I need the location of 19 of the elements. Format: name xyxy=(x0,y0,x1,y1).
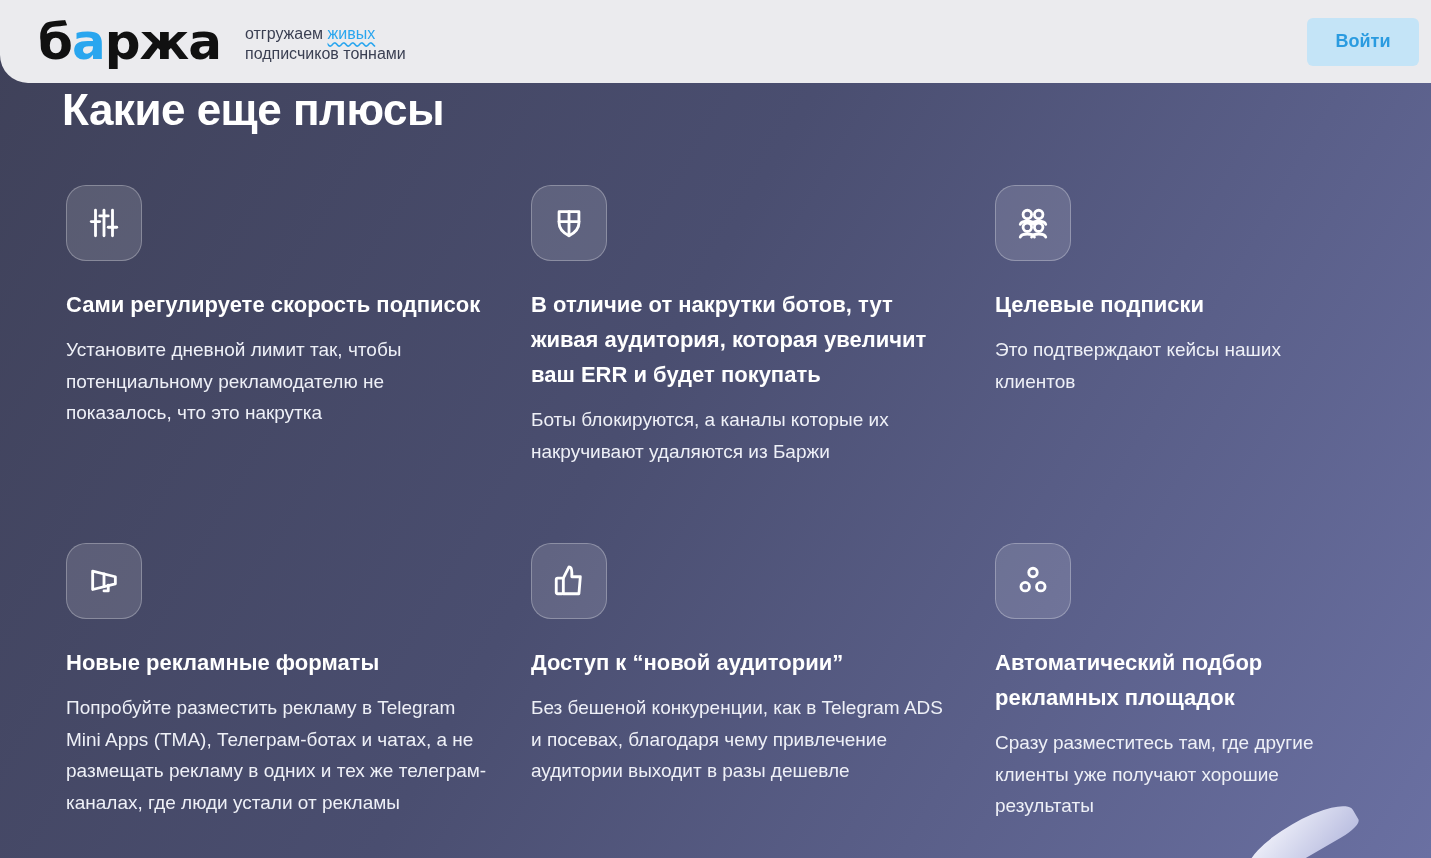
feature-description: Боты блокируются, а каналы которые их накручивают удаляются из Баржи xyxy=(531,408,890,464)
feature-title: Доступ к “новой аудитории” xyxy=(531,649,845,678)
tagline-text: отгружаем xyxy=(244,24,325,42)
feature-description: Установите дневной лимит так, чтобы потенциальному рекламодателю не показалось, что это накрутка xyxy=(66,338,403,426)
tagline-highlight: живых xyxy=(327,24,376,42)
feature-description: Сразу разместитесь там, где другие клиенты уже получают хорошие результаты xyxy=(995,731,1315,819)
feature-title: Целевые подписки xyxy=(995,291,1206,320)
logo: баржа xyxy=(38,16,221,67)
feature-title: В отличие от накрутки ботов, тут живая аудитория, которая увеличит ваш ERR и будет покупать xyxy=(531,291,928,390)
feature-description: Это подтверждают кейсы наших клиентов xyxy=(995,338,1282,394)
people-icon xyxy=(1016,206,1050,241)
section-title: Какие еще плюсы xyxy=(62,87,445,134)
tagline-text: подписчиков тоннами xyxy=(244,43,406,64)
login-button[interactable]: Войти xyxy=(1307,17,1419,66)
feature-description: Попробуйте разместить рекламу в Telegram Mini Apps (TMA), Телеграм-ботах и чатах, а не размещать рекламу в одних и тех же телеграм-каналах, где люди устали от рекламы xyxy=(66,696,488,815)
feature-title: Автоматический подбор рекламных площадок xyxy=(995,649,1264,713)
feature-title: Новые рекламные форматы xyxy=(66,649,381,678)
feature-description: Без бешеной конкуренции, как в Telegram ADS и посевах, благодаря чему привлечение аудитории выходит в разы дешевле xyxy=(531,696,944,784)
feature-title: Сами регулируете скорость подписок xyxy=(66,291,482,320)
